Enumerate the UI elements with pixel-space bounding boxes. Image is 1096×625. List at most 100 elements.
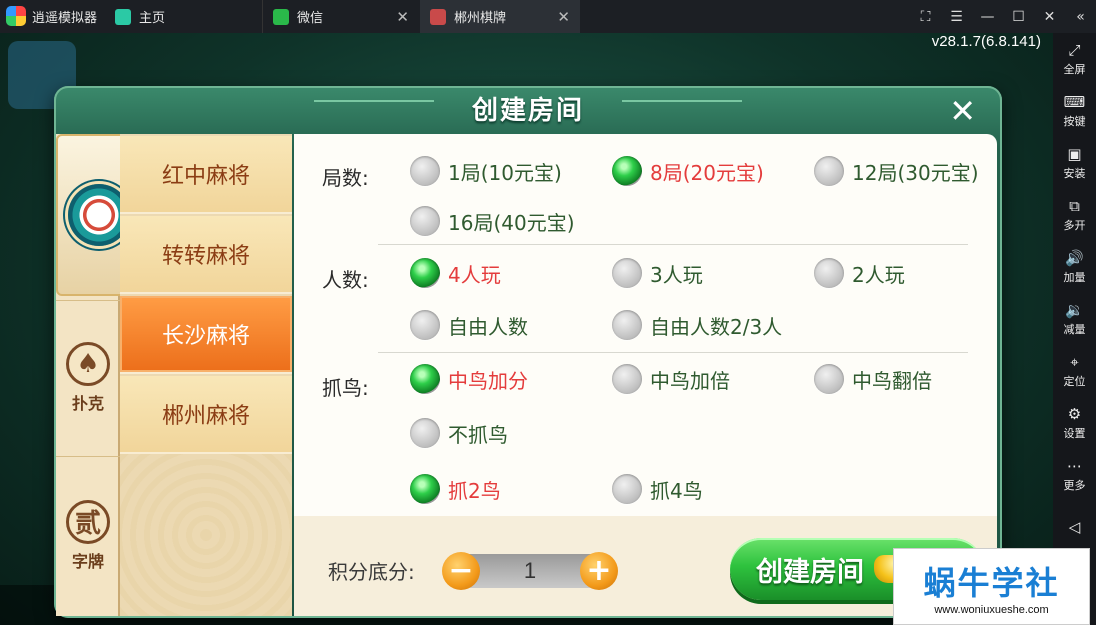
players-option-label: 4人玩 — [448, 262, 501, 287]
birds-option-double[interactable]: 中鸟加倍 — [612, 364, 730, 394]
birds-option-label: 不抓鸟 — [448, 422, 508, 447]
birds-option-label: 中鸟加分 — [448, 368, 528, 393]
birds-option-label: 中鸟加倍 — [650, 368, 730, 393]
radio-icon — [814, 364, 844, 394]
location-button[interactable]: ⌖ 定位 — [1053, 345, 1096, 397]
bird-count-4[interactable]: 抓4鸟 — [612, 474, 703, 504]
toolbar-label: 按键 — [1063, 114, 1086, 128]
tab-game[interactable]: 郴州棋牌 ✕ — [420, 0, 580, 33]
emulator-right-toolbar: ⤢ 全屏 ⌨ 按键 ▣ 安装 ⧉ 多开 🔊 加量 🔉 减量 ⌖ 定位 ⚙ 设置 ⋯ 更多 ◁ — [1053, 33, 1096, 625]
menu-icon[interactable]: ☰ — [941, 0, 972, 33]
radio-checked-icon — [410, 258, 440, 288]
round-option-label: 16局(40元宝) — [448, 210, 575, 235]
multi-open-icon: ⧉ — [1069, 196, 1080, 215]
screenshot-icon[interactable]: ⛶ — [910, 0, 941, 33]
tab-game-label: 郴州棋牌 — [454, 11, 507, 26]
toolbar-label: 加量 — [1063, 270, 1086, 284]
players-option-label: 自由人数 — [448, 314, 528, 339]
divider — [378, 352, 968, 353]
base-score-value: 1 — [523, 558, 537, 583]
radio-icon — [612, 474, 642, 504]
players-option-label: 自由人数2/3人 — [650, 314, 783, 339]
category-poker[interactable]: ♠ 扑克 — [56, 300, 120, 454]
game-app-icon — [430, 8, 446, 25]
radio-checked-icon — [612, 156, 642, 186]
back-button[interactable]: ◁ — [1053, 501, 1096, 553]
game-item-zhuanzhuan[interactable]: 转转麻将 — [120, 216, 292, 294]
radio-icon — [410, 310, 440, 340]
install-apk-button[interactable]: ▣ 安装 — [1053, 137, 1096, 189]
more-button[interactable]: ⋯ 更多 — [1053, 449, 1096, 501]
wechat-icon — [273, 8, 289, 25]
radio-checked-icon — [410, 474, 440, 504]
close-tab-icon[interactable]: ✕ — [396, 8, 409, 26]
plus-button[interactable]: + — [580, 552, 618, 590]
round-option-12[interactable]: 12局(30元宝) — [814, 156, 979, 186]
players-option-free-2-3[interactable]: 自由人数2/3人 — [612, 310, 782, 340]
radio-icon — [612, 258, 642, 288]
tab-wechat-label: 微信 — [297, 11, 324, 26]
players-option-4[interactable]: 4人玩 — [410, 258, 501, 288]
minus-button[interactable]: − — [442, 552, 480, 590]
room-options-panel: 局数: 1局(10元宝) 8局(20元宝) 12局(30元宝) 16局(40元宝… — [294, 134, 997, 516]
round-option-8[interactable]: 8局(20元宝) — [612, 156, 764, 186]
emulator-app-label[interactable]: 逍遥模拟器 — [6, 6, 97, 26]
radio-icon — [612, 310, 642, 340]
birds-option-none[interactable]: 不抓鸟 — [410, 418, 508, 448]
collapse-sidebar-icon[interactable]: « — [1065, 0, 1096, 33]
game-screen: v28.1.7(6.8.141) 创建房间 ✕ ♠ 扑克 贰 字牌 红中麻将 转… — [0, 33, 1053, 625]
base-score-label: 积分底分: — [328, 560, 415, 584]
keymap-button[interactable]: ⌨ 按键 — [1053, 85, 1096, 137]
close-dialog-button[interactable]: ✕ — [949, 92, 976, 130]
birds-option-add[interactable]: 中鸟加分 — [410, 364, 528, 394]
tab-home-label: 主页 — [139, 11, 166, 26]
game-list: 红中麻将 转转麻将 长沙麻将 郴州麻将 — [120, 134, 292, 616]
apk-icon: ▣ — [1067, 144, 1082, 163]
radio-icon — [410, 206, 440, 236]
settings-button[interactable]: ⚙ 设置 — [1053, 397, 1096, 449]
game-item-changsha[interactable]: 长沙麻将 — [120, 296, 292, 374]
fullscreen-button[interactable]: ⤢ 全屏 — [1053, 33, 1096, 85]
window-controls: ⛶ ☰ — ☐ ✕ « — [910, 0, 1096, 33]
emulator-app-name: 逍遥模拟器 — [32, 10, 98, 26]
radio-icon — [612, 364, 642, 394]
zipai-icon: 贰 — [66, 499, 110, 544]
game-item-chenzhou[interactable]: 郴州麻将 — [120, 376, 292, 454]
multi-open-button[interactable]: ⧉ 多开 — [1053, 189, 1096, 241]
spade-icon: ♠ — [66, 341, 110, 386]
round-option-label: 8局(20元宝) — [650, 160, 764, 185]
toolbar-label: 设置 — [1063, 426, 1086, 440]
fullscreen-icon: ⤢ — [1068, 40, 1081, 59]
settings-icon: ⚙ — [1067, 404, 1082, 423]
players-label: 人数: — [322, 268, 369, 292]
create-room-label: 创建房间 — [756, 556, 864, 588]
category-zipai[interactable]: 贰 字牌 — [56, 456, 120, 614]
toolbar-label: 减量 — [1063, 322, 1086, 336]
birds-option-flip[interactable]: 中鸟翻倍 — [814, 364, 932, 394]
rounds-label: 局数: — [322, 166, 369, 190]
round-option-16[interactable]: 16局(40元宝) — [410, 206, 575, 236]
game-item-hongzhong[interactable]: 红中麻将 — [120, 136, 292, 214]
emulator-logo-icon — [6, 6, 26, 26]
watermark: 蜗牛学社 www.woniuxueshe.com — [893, 548, 1090, 625]
tab-home[interactable]: 主页 — [105, 0, 260, 33]
minimize-icon[interactable]: — — [972, 0, 1003, 33]
close-window-icon[interactable]: ✕ — [1034, 0, 1065, 33]
tab-wechat[interactable]: 微信 ✕ — [262, 0, 419, 33]
players-option-label: 3人玩 — [650, 262, 703, 287]
players-option-3[interactable]: 3人玩 — [612, 258, 703, 288]
category-poker-label: 扑克 — [71, 393, 104, 413]
list-background-pattern — [120, 454, 292, 616]
players-option-2[interactable]: 2人玩 — [814, 258, 905, 288]
maximize-icon[interactable]: ☐ — [1003, 0, 1034, 33]
volume-down-button[interactable]: 🔉 减量 — [1053, 293, 1096, 345]
volume-up-button[interactable]: 🔊 加量 — [1053, 241, 1096, 293]
bird-count-2[interactable]: 抓2鸟 — [410, 474, 501, 504]
radio-icon — [410, 156, 440, 186]
close-tab-icon[interactable]: ✕ — [557, 8, 570, 26]
round-option-1[interactable]: 1局(10元宝) — [410, 156, 562, 186]
create-room-dialog: 创建房间 ✕ ♠ 扑克 贰 字牌 红中麻将 转转麻将 长沙麻将 郴州麻将 局数:… — [54, 86, 1002, 618]
location-icon: ⌖ — [1070, 352, 1079, 371]
emulator-title-bar: 逍遥模拟器 主页 微信 ✕ 郴州棋牌 ✕ ⛶ ☰ — ☐ ✕ « — [0, 0, 1096, 33]
players-option-free[interactable]: 自由人数 — [410, 310, 528, 340]
